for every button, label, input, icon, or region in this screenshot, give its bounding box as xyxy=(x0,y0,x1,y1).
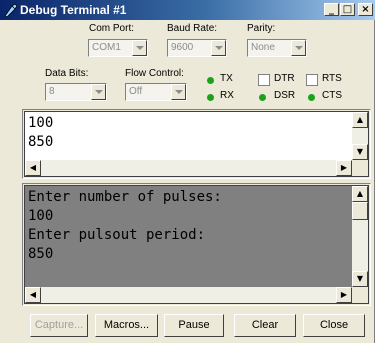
window-title: Debug Terminal #1 xyxy=(20,3,127,17)
chevron-down-icon[interactable] xyxy=(91,84,106,100)
com-port-label: Com Port: xyxy=(89,23,135,34)
parity-value: None xyxy=(251,42,275,53)
baud-rate-select[interactable]: 9600 xyxy=(167,39,227,57)
baud-rate-label: Baud Rate: xyxy=(167,23,218,34)
scroll-down-arrow-icon[interactable]: ▼ xyxy=(352,271,368,287)
transmit-horizontal-scrollbar[interactable]: ◀ ▶ xyxy=(25,160,352,176)
transmit-line: 850 xyxy=(28,134,54,150)
rx-led-icon xyxy=(207,94,214,101)
transmit-line: 100 xyxy=(28,115,54,131)
transmit-pane[interactable]: 100 850 ▲ ▼ ◀ ▶ xyxy=(22,109,371,179)
scroll-down-arrow-icon[interactable]: ▼ xyxy=(352,144,368,160)
receive-horizontal-scrollbar[interactable]: ◀ ▶ xyxy=(25,287,352,303)
chevron-down-icon[interactable] xyxy=(291,40,306,56)
com-port-value: COM1 xyxy=(92,42,121,53)
flow-control-label: Flow Control: xyxy=(125,68,184,79)
receive-line: 850 xyxy=(28,246,54,262)
dsr-label: DSR xyxy=(274,90,296,101)
chevron-down-icon[interactable] xyxy=(211,40,226,56)
receive-scroll-thumb[interactable] xyxy=(352,202,368,220)
close-window-button[interactable]: × xyxy=(358,3,373,16)
parity-select[interactable]: None xyxy=(247,39,307,57)
debug-terminal-icon xyxy=(4,3,18,18)
chevron-down-icon[interactable] xyxy=(171,84,186,100)
scroll-up-arrow-icon[interactable]: ▲ xyxy=(352,112,368,128)
capture-button[interactable]: Capture... xyxy=(30,314,88,337)
flow-control-value: Off xyxy=(129,86,143,97)
data-bits-select[interactable]: 8 xyxy=(45,83,107,101)
macros-button[interactable]: Macros... xyxy=(95,314,158,337)
tx-label: TX xyxy=(220,73,233,84)
close-button[interactable]: Close xyxy=(303,314,365,337)
receive-text: Enter number of pulses: 100 Enter pulsout … xyxy=(28,188,222,264)
dtr-checkbox[interactable] xyxy=(258,74,270,86)
receive-line: 100 xyxy=(28,208,54,224)
scroll-left-arrow-icon[interactable]: ◀ xyxy=(25,287,41,303)
scroll-corner xyxy=(352,287,368,303)
data-bits-label: Data Bits: xyxy=(45,68,89,79)
transmit-text: 100 850 xyxy=(28,114,53,152)
receive-text-area[interactable]: Enter number of pulses: 100 Enter pulsout … xyxy=(24,185,369,304)
receive-line: Enter pulsout period: xyxy=(28,227,206,243)
transmit-vertical-scrollbar[interactable]: ▲ ▼ xyxy=(352,112,368,160)
data-bits-value: 8 xyxy=(49,86,55,97)
clear-button[interactable]: Clear xyxy=(234,314,296,337)
cts-label: CTS xyxy=(322,90,342,101)
scroll-right-arrow-icon[interactable]: ▶ xyxy=(336,160,352,176)
baud-rate-value: 9600 xyxy=(171,42,194,53)
chevron-down-icon[interactable] xyxy=(132,40,147,56)
minimize-button[interactable]: _ xyxy=(324,3,339,16)
rx-label: RX xyxy=(220,90,234,101)
debug-terminal-window: Debug Terminal #1 _ □ × Com Port: COM1 B… xyxy=(0,0,375,343)
parity-label: Parity: xyxy=(247,23,276,34)
rts-checkbox[interactable] xyxy=(306,74,318,86)
cts-led-icon xyxy=(308,94,315,101)
scroll-corner xyxy=(352,160,368,176)
receive-line: Enter number of pulses: xyxy=(28,189,222,205)
com-port-select[interactable]: COM1 xyxy=(88,39,148,57)
title-bar[interactable]: Debug Terminal #1 _ □ × xyxy=(0,0,375,20)
maximize-button[interactable]: □ xyxy=(340,3,355,16)
pause-button[interactable]: Pause xyxy=(164,314,224,337)
transmit-text-area[interactable]: 100 850 ▲ ▼ ◀ ▶ xyxy=(24,111,369,177)
scroll-up-arrow-icon[interactable]: ▲ xyxy=(352,186,368,202)
scroll-right-arrow-icon[interactable]: ▶ xyxy=(336,287,352,303)
dtr-label: DTR xyxy=(274,73,295,84)
dsr-led-icon xyxy=(259,94,266,101)
tx-led-icon xyxy=(207,77,214,84)
scroll-left-arrow-icon[interactable]: ◀ xyxy=(25,160,41,176)
receive-pane[interactable]: Enter number of pulses: 100 Enter pulsout … xyxy=(22,183,371,306)
rts-label: RTS xyxy=(322,73,342,84)
flow-control-select[interactable]: Off xyxy=(125,83,187,101)
receive-vertical-scrollbar[interactable]: ▲ ▼ xyxy=(352,186,368,287)
